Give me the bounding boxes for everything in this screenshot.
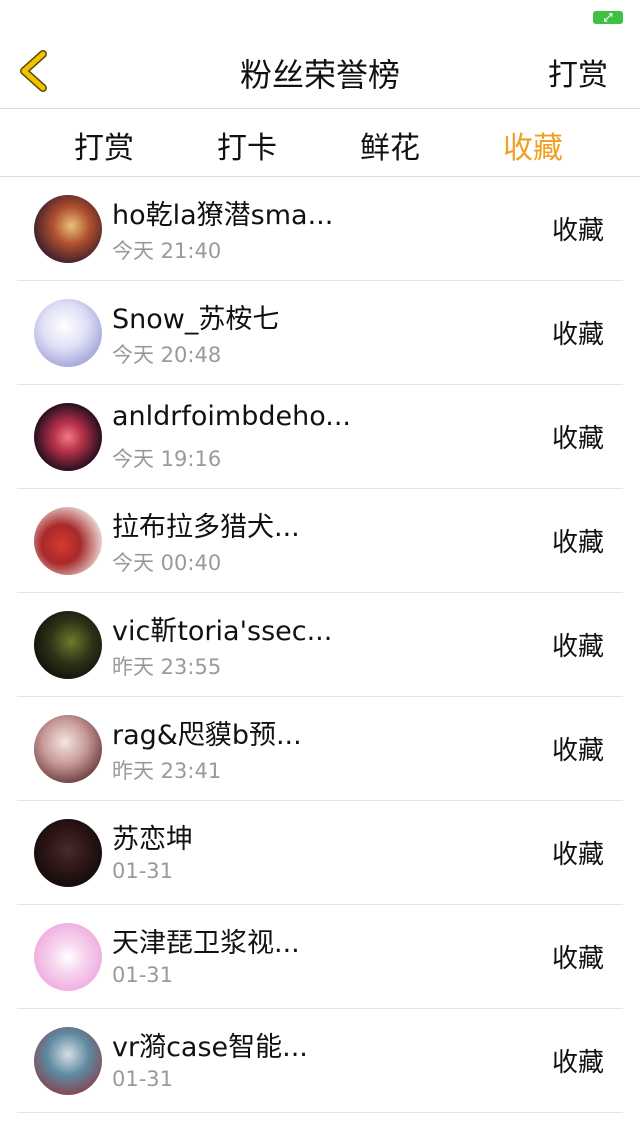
back-button[interactable]: [10, 46, 60, 96]
reward-button[interactable]: 打赏: [548, 50, 608, 94]
fan-time: 今天 19:16: [112, 447, 222, 471]
fan-name: rag&咫貘b预...: [112, 720, 302, 751]
avatar: [34, 403, 102, 471]
action-label[interactable]: 收藏: [552, 938, 604, 975]
avatar: [34, 923, 102, 991]
action-label[interactable]: 收藏: [552, 522, 604, 559]
fan-name: 拉布拉多猎犬...: [112, 512, 300, 543]
fan-time: 今天 20:48: [112, 343, 222, 367]
fan-name: vr漪case智能...: [112, 1032, 308, 1063]
avatar: [34, 299, 102, 367]
nav-bar: 粉丝荣誉榜 打赏: [0, 36, 640, 109]
avatar: [34, 195, 102, 263]
page-title: 粉丝荣誉榜: [239, 56, 400, 94]
list-item[interactable]: 苏恋坤 01-31 收藏: [0, 801, 640, 905]
avatar: [34, 1027, 102, 1095]
tab-flowers[interactable]: 鲜花: [360, 123, 420, 167]
list-item[interactable]: anldrfoimbdeho... 今天 19:16 收藏: [0, 385, 640, 489]
fan-list: ho乾la獠潜sma... 今天 21:40 收藏 Snow_苏桉七 今天 20…: [0, 177, 640, 1113]
list-item[interactable]: 天津琵卫浆视... 01-31 收藏: [0, 905, 640, 1009]
fan-time: 昨天 23:55: [112, 655, 222, 679]
fan-name: anldrfoimbdeho...: [112, 401, 352, 432]
fan-name: vic靳toria'ssec...: [112, 616, 333, 647]
fan-time: 昨天 23:41: [112, 759, 222, 783]
list-item[interactable]: rag&咫貘b预... 昨天 23:41 收藏: [0, 697, 640, 801]
fan-name: 苏恋坤: [112, 824, 193, 855]
list-item[interactable]: ho乾la獠潜sma... 今天 21:40 收藏: [0, 177, 640, 281]
action-label[interactable]: 收藏: [552, 730, 604, 767]
fan-name: 天津琵卫浆视...: [112, 928, 300, 959]
battery-icon: ⤢: [593, 11, 623, 24]
action-label[interactable]: 收藏: [552, 210, 604, 247]
tab-reward[interactable]: 打赏: [74, 123, 134, 167]
list-item[interactable]: 拉布拉多猎犬... 今天 00:40 收藏: [0, 489, 640, 593]
fan-name: Snow_苏桉七: [112, 304, 280, 335]
status-bar: ⤢: [0, 0, 640, 36]
fan-name: ho乾la獠潜sma...: [112, 200, 334, 231]
list-item[interactable]: vr漪case智能... 01-31 收藏: [0, 1009, 640, 1113]
action-label[interactable]: 收藏: [552, 314, 604, 351]
fan-time: 01-31: [112, 1067, 174, 1091]
action-label[interactable]: 收藏: [552, 626, 604, 663]
action-label[interactable]: 收藏: [552, 418, 604, 455]
tab-favorites[interactable]: 收藏: [503, 123, 563, 167]
avatar: [34, 507, 102, 575]
avatar: [34, 611, 102, 679]
avatar: [34, 715, 102, 783]
action-label[interactable]: 收藏: [552, 834, 604, 871]
chevron-left-icon: [20, 50, 47, 92]
tab-checkin[interactable]: 打卡: [217, 123, 277, 167]
list-item[interactable]: vic靳toria'ssec... 昨天 23:55 收藏: [0, 593, 640, 697]
fan-time: 01-31: [112, 859, 174, 883]
fan-time: 今天 00:40: [112, 551, 222, 575]
fan-time: 今天 21:40: [112, 239, 222, 263]
tab-bar: 打赏 打卡 鲜花 收藏: [0, 109, 640, 177]
avatar: [34, 819, 102, 887]
list-item[interactable]: Snow_苏桉七 今天 20:48 收藏: [0, 281, 640, 385]
fan-time: 01-31: [112, 963, 174, 987]
action-label[interactable]: 收藏: [552, 1042, 604, 1079]
